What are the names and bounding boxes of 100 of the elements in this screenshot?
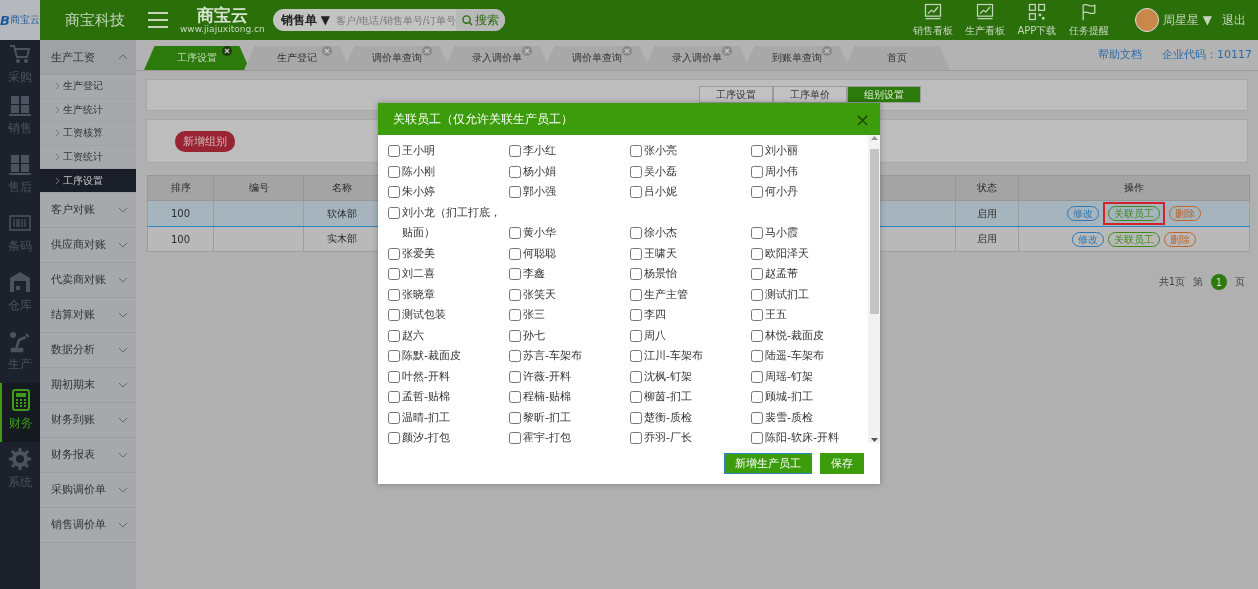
rail-item[interactable]: 财务 [0,383,40,442]
dialog-button[interactable]: 新增生产员工 [724,453,812,474]
user-menu[interactable]: 周星星 ▼ [1162,11,1212,29]
checkbox[interactable] [630,165,642,178]
checkbox[interactable] [509,432,521,444]
sidebar-group[interactable]: 期初期末 [40,367,136,403]
checkbox[interactable] [751,391,763,403]
sidebar-group[interactable]: 财务到账 [40,402,136,438]
help-link[interactable]: 帮助文档 [1098,47,1142,62]
checkbox[interactable] [630,227,642,239]
checkbox[interactable] [751,145,763,157]
checkbox[interactable] [630,247,642,260]
checkbox[interactable] [388,186,400,198]
checkbox[interactable] [630,186,642,198]
checkbox[interactable] [388,288,400,301]
sidebar-group[interactable]: 结算对账 [40,297,136,333]
checkbox[interactable] [751,227,763,239]
nav-button[interactable]: 生产看板 [958,0,1011,40]
checkbox[interactable] [388,370,400,383]
checkbox[interactable] [751,370,763,383]
sidebar-group[interactable]: 生产工资 [40,40,136,75]
avatar[interactable] [1134,8,1159,32]
menu-icon[interactable] [148,12,168,28]
nav-button[interactable]: 销售看板 [906,0,959,40]
checkbox[interactable] [751,432,763,444]
logout-link[interactable]: 退出 [1222,11,1246,29]
checkbox[interactable] [630,288,642,301]
checkbox[interactable] [509,268,521,280]
sub-tab[interactable]: 工序单价 [772,86,847,103]
tab[interactable]: 首页 [844,46,950,70]
checkbox[interactable] [388,247,400,260]
scroll-thumb[interactable] [869,149,879,314]
sidebar-group[interactable]: 供应商对账 [40,227,136,263]
dialog-button[interactable]: 保存 [820,453,864,474]
checkbox[interactable] [388,309,400,321]
sidebar-item[interactable]: 工资核算 [40,122,136,146]
search-field[interactable]: 销售单 ▼ 客户/电话/销售单号/订单号 搜索 [272,9,506,31]
checkbox[interactable] [509,165,521,178]
checkbox[interactable] [388,432,400,444]
checkbox[interactable] [751,329,763,342]
nav-button[interactable]: APP下载 [1010,0,1063,40]
checkbox[interactable] [509,145,521,157]
checkbox[interactable] [630,350,642,362]
search-button[interactable]: 搜索 [456,9,506,31]
checkbox[interactable] [751,247,763,260]
checkbox[interactable] [509,329,521,342]
checkbox[interactable] [509,391,521,403]
checkbox[interactable] [630,391,642,403]
checkbox[interactable] [388,268,400,280]
sidebar-group[interactable]: 销售调价单 [40,507,136,543]
search-scope-dropdown[interactable]: 销售单 ▼ [272,11,337,29]
checkbox[interactable] [630,268,642,280]
checkbox[interactable] [509,288,521,301]
sidebar-group[interactable]: 采购调价单 [40,472,136,508]
checkbox[interactable] [630,411,642,424]
checkbox[interactable] [388,165,400,178]
close-button[interactable]: × [854,108,870,130]
checkbox[interactable] [509,227,521,239]
checkbox[interactable] [630,309,642,321]
sidebar-group[interactable]: 财务报表 [40,437,136,473]
checkbox[interactable] [509,411,521,424]
checkbox[interactable] [509,247,521,260]
employee-name: 张三 [523,307,545,323]
page-number[interactable]: 1 [1211,274,1227,290]
checkbox[interactable] [388,350,400,362]
checkbox[interactable] [751,288,763,301]
sub-tab[interactable]: 组别设置 [846,86,921,103]
employee-name: 陆遥-车架布 [765,348,824,364]
checkbox[interactable] [751,268,763,280]
checkbox[interactable] [388,145,400,157]
sidebar-group[interactable]: 代卖商对账 [40,262,136,298]
scroll-bar[interactable] [868,135,880,443]
checkbox[interactable] [509,350,521,362]
checkbox[interactable] [509,370,521,383]
checkbox[interactable] [630,329,642,342]
checkbox[interactable] [630,145,642,157]
checkbox[interactable] [630,370,642,383]
scroll-down-icon[interactable] [870,438,878,443]
checkbox[interactable] [388,206,400,219]
sidebar-item[interactable]: 生产登记 [40,75,136,99]
checkbox[interactable] [751,411,763,424]
sidebar-item[interactable]: 工序设置 [40,169,136,193]
sidebar-group[interactable]: 客户对账 [40,192,136,228]
checkbox[interactable] [751,186,763,198]
checkbox[interactable] [751,350,763,362]
checkbox[interactable] [388,329,400,342]
add-group-button[interactable]: 新增组别 [175,130,235,152]
close-icon[interactable] [222,46,232,56]
checkbox[interactable] [388,391,400,403]
checkbox[interactable] [509,186,521,198]
checkbox[interactable] [630,432,642,444]
checkbox[interactable] [751,309,763,321]
nav-button[interactable]: 任务提醒 [1062,0,1115,40]
sub-tab[interactable]: 工序设置 [698,86,773,103]
employee-name: 黄小华 [523,225,556,241]
sidebar-item[interactable]: 生产统计 [40,98,136,123]
checkbox[interactable] [509,309,521,321]
checkbox[interactable] [751,165,763,178]
sidebar-group[interactable]: 数据分析 [40,332,136,368]
checkbox[interactable] [388,411,400,424]
